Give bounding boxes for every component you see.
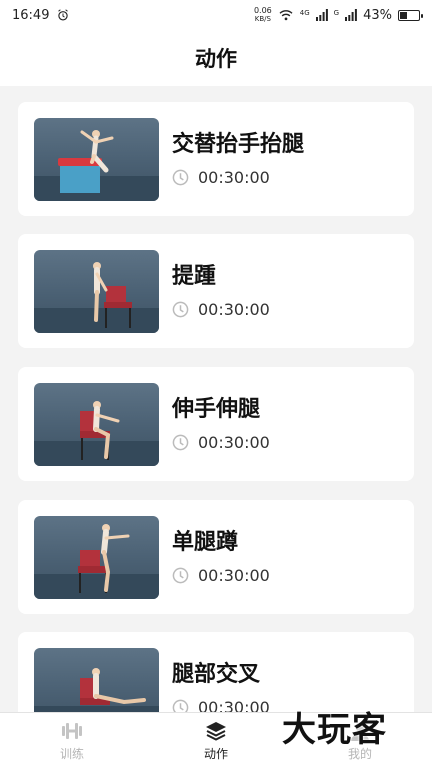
- battery-percent: 43%: [363, 7, 392, 23]
- exercise-list[interactable]: 交替抬手抬腿 00:30:00 提踵 00:30:00 伸手伸腿 00:30:0…: [0, 86, 432, 714]
- exercise-duration-text: 00:30:00: [198, 168, 270, 187]
- exercise-duration-text: 00:30:00: [198, 433, 270, 452]
- dumbbell-icon: [62, 722, 82, 739]
- watermark-logo: 大玩客: [282, 710, 387, 750]
- layers-icon: [206, 721, 226, 741]
- exercise-thumbnail-chair-squat: [34, 516, 159, 599]
- wifi-icon: [279, 10, 293, 21]
- battery-icon: [398, 9, 423, 21]
- tab-label: 动作: [203, 746, 228, 761]
- clock-icon: [172, 301, 189, 318]
- status-time: 16:49: [12, 7, 50, 23]
- signal-type-2: G: [333, 9, 340, 17]
- exercise-duration: 00:30:00: [172, 168, 270, 187]
- exercise-card[interactable]: 交替抬手抬腿 00:30:00: [18, 102, 414, 216]
- clock-icon: [172, 169, 189, 186]
- exercise-thumbnail-chair-seated: [34, 383, 159, 466]
- status-bar: 16:49 0.06 KB/S 4G G 43%: [0, 0, 432, 30]
- exercise-duration-text: 00:30:00: [198, 566, 270, 585]
- page-title: 动作: [195, 47, 237, 71]
- signal-icon-2: [345, 9, 357, 21]
- clock-icon: [172, 434, 189, 451]
- exercise-title: 提踵: [172, 264, 217, 289]
- alarm-icon: [58, 9, 69, 21]
- exercise-card[interactable]: 单腿蹲 00:30:00: [18, 500, 414, 614]
- network-speed-unit: KB/S: [254, 15, 271, 23]
- exercise-title: 交替抬手抬腿: [172, 132, 305, 157]
- exercise-thumbnail-box: [34, 118, 159, 201]
- page-header: 动作: [0, 30, 432, 86]
- exercise-thumbnail-chair-seated: [34, 648, 159, 714]
- exercise-title: 单腿蹲: [172, 530, 239, 555]
- exercise-thumbnail-chair-standing: [34, 250, 159, 333]
- tab-label: 训练: [59, 746, 84, 761]
- exercise-title: 腿部交叉: [172, 662, 261, 687]
- tab-actions[interactable]: 动作: [144, 713, 288, 768]
- signal-type-1: 4G: [299, 9, 310, 17]
- exercise-duration-text: 00:30:00: [198, 300, 270, 319]
- network-speed-value: 0.06: [253, 6, 272, 15]
- exercise-card[interactable]: 伸手伸腿 00:30:00: [18, 367, 414, 481]
- exercise-duration: 00:30:00: [172, 566, 270, 585]
- exercise-duration: 00:30:00: [172, 300, 270, 319]
- clock-icon: [172, 567, 189, 584]
- exercise-title: 伸手伸腿: [172, 397, 261, 422]
- signal-icon: [315, 9, 328, 21]
- exercise-card[interactable]: 提踵 00:30:00: [18, 234, 414, 348]
- exercise-duration: 00:30:00: [172, 433, 270, 452]
- tab-training[interactable]: 训练: [0, 713, 144, 768]
- network-speed: 0.06 KB/S: [253, 6, 272, 24]
